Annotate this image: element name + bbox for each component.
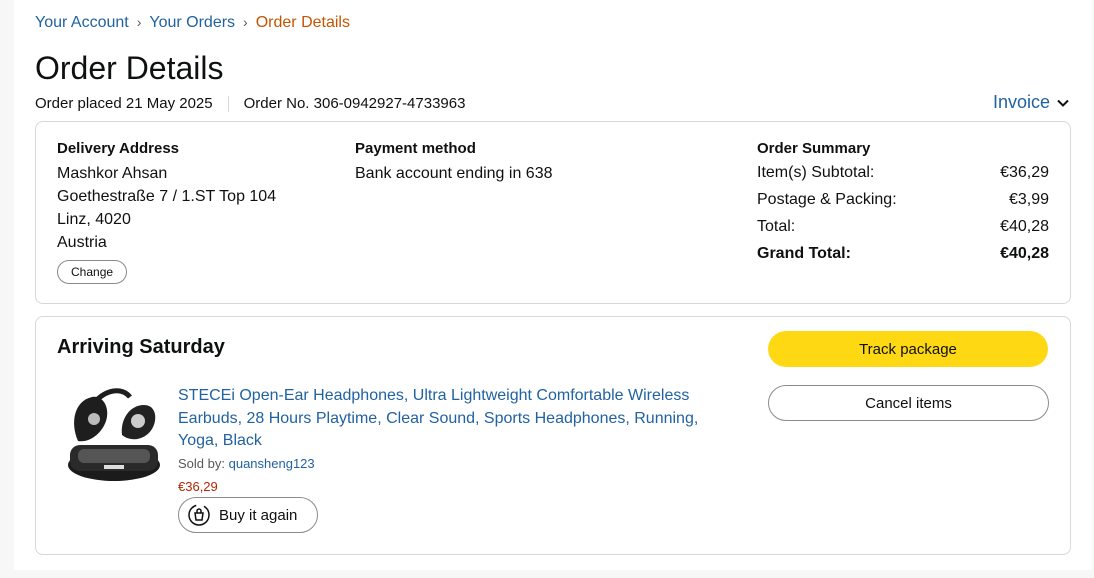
- payment-method: Payment method Bank account ending in 63…: [355, 140, 552, 185]
- meta-divider: [227, 95, 229, 112]
- invoice-dropdown[interactable]: Invoice: [993, 92, 1070, 113]
- summary-value: €40,28: [1000, 218, 1049, 235]
- buy-again-label: Buy it again: [219, 506, 298, 524]
- order-info-box: Delivery Address Mashkor Ahsan Goethestr…: [35, 121, 1071, 304]
- cancel-items-button[interactable]: Cancel items: [768, 385, 1049, 421]
- chevron-down-icon: [1057, 99, 1069, 107]
- breadcrumb-current: Order Details: [255, 14, 350, 31]
- delivery-address: Delivery Address Mashkor Ahsan Goethestr…: [57, 140, 276, 284]
- summary-label: Grand Total:: [757, 245, 851, 262]
- breadcrumb-separator: ›: [136, 14, 142, 30]
- page-title: Order Details: [35, 50, 224, 86]
- order-meta: Order placed 21 May 2025 Order No. 306-0…: [35, 95, 465, 112]
- page: Your Account › Your Orders › Order Details O…: [14, 0, 1092, 570]
- breadcrumb-separator: ›: [243, 14, 248, 30]
- order-number: Order No. 306-0942927-4733963: [243, 95, 466, 112]
- payment-method-value: Bank account ending in 638: [355, 165, 553, 182]
- summary-label: Postage & Packing:: [757, 191, 897, 208]
- breadcrumb: Your Account › Your Orders › Order Details: [35, 14, 350, 32]
- summary-row-subtotal: Item(s) Subtotal: €36,29: [757, 159, 1049, 186]
- buy-again-button[interactable]: Buy it again: [178, 497, 318, 533]
- product-title-link[interactable]: STECEi Open-Ear Headphones, Ultra Lightw…: [178, 385, 738, 453]
- breadcrumb-your-account[interactable]: Your Account: [35, 14, 129, 31]
- summary-value: €36,29: [1000, 164, 1049, 181]
- order-summary-title: Order Summary: [757, 140, 871, 157]
- sold-by-label: Sold by:: [178, 456, 225, 471]
- address-name: Mashkor Ahsan: [57, 165, 168, 182]
- order-placed-date: Order placed 21 May 2025: [35, 95, 213, 112]
- address-line1: Goethestraße 7 / 1.ST Top 104: [57, 188, 277, 205]
- shipment-status: Arriving Saturday: [57, 336, 225, 358]
- invoice-label: Invoice: [992, 92, 1050, 112]
- summary-row-grand-total: Grand Total: €40,28: [757, 240, 1049, 267]
- seller-link[interactable]: quansheng123: [229, 456, 315, 471]
- delivery-address-title: Delivery Address: [57, 140, 180, 157]
- summary-value: €40,28: [1000, 245, 1049, 262]
- summary-row-postage: Postage & Packing: €3,99: [757, 186, 1049, 213]
- address-country: Austria: [57, 234, 107, 251]
- item-price: €36,29: [178, 479, 218, 494]
- change-address-button[interactable]: Change: [57, 260, 128, 284]
- address-line2: Linz, 4020: [57, 211, 131, 228]
- buy-again-icon: [188, 504, 210, 526]
- payment-method-title: Payment method: [355, 140, 476, 157]
- breadcrumb-your-orders[interactable]: Your Orders: [149, 14, 235, 31]
- shipment-box: Arriving Saturday Track package Cancel i…: [35, 316, 1071, 555]
- sold-by: Sold by: quansheng123: [178, 456, 315, 471]
- product-image[interactable]: [64, 383, 164, 487]
- summary-value: €3,99: [1008, 191, 1049, 208]
- track-package-button[interactable]: Track package: [768, 331, 1048, 367]
- summary-row-total: Total: €40,28: [757, 213, 1049, 240]
- summary-label: Item(s) Subtotal:: [757, 164, 875, 181]
- summary-label: Total:: [757, 218, 796, 235]
- order-summary: Order Summary Item(s) Subtotal: €36,29 Po…: [757, 140, 1049, 267]
